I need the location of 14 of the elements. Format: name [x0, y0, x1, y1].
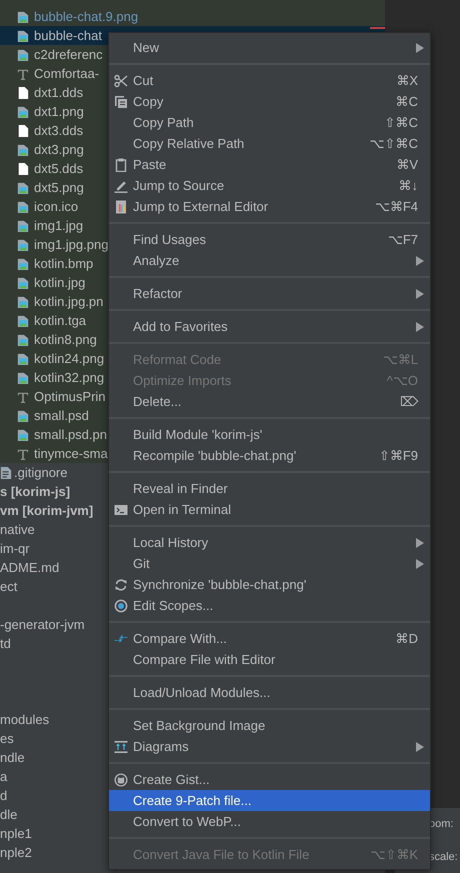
shortcut-label: ⌘C [396, 94, 419, 109]
shortcut-label: ^⌥O [386, 373, 419, 388]
shortcut-label: ⌘V [396, 157, 419, 172]
shortcut-label: ⌥⇧⌘K [370, 847, 419, 862]
shortcut-label: ⇧⌘C [384, 115, 419, 130]
shortcut-label: ⌥⌘L [382, 352, 419, 367]
shortcut-label: ⌘D [396, 631, 419, 646]
shortcut-label: ⌥F7 [388, 232, 419, 247]
shortcut-label: ⌥⌘F4 [374, 199, 419, 214]
shortcut-label: ⌘↓ [398, 178, 419, 193]
shortcut-label: ⇧⌘F9 [378, 448, 419, 463]
shortcut-label: ⌦ [400, 394, 420, 409]
shortcut-label: ⌘X [396, 73, 419, 88]
shortcut-label: ⌥⇧⌘C [370, 136, 419, 151]
